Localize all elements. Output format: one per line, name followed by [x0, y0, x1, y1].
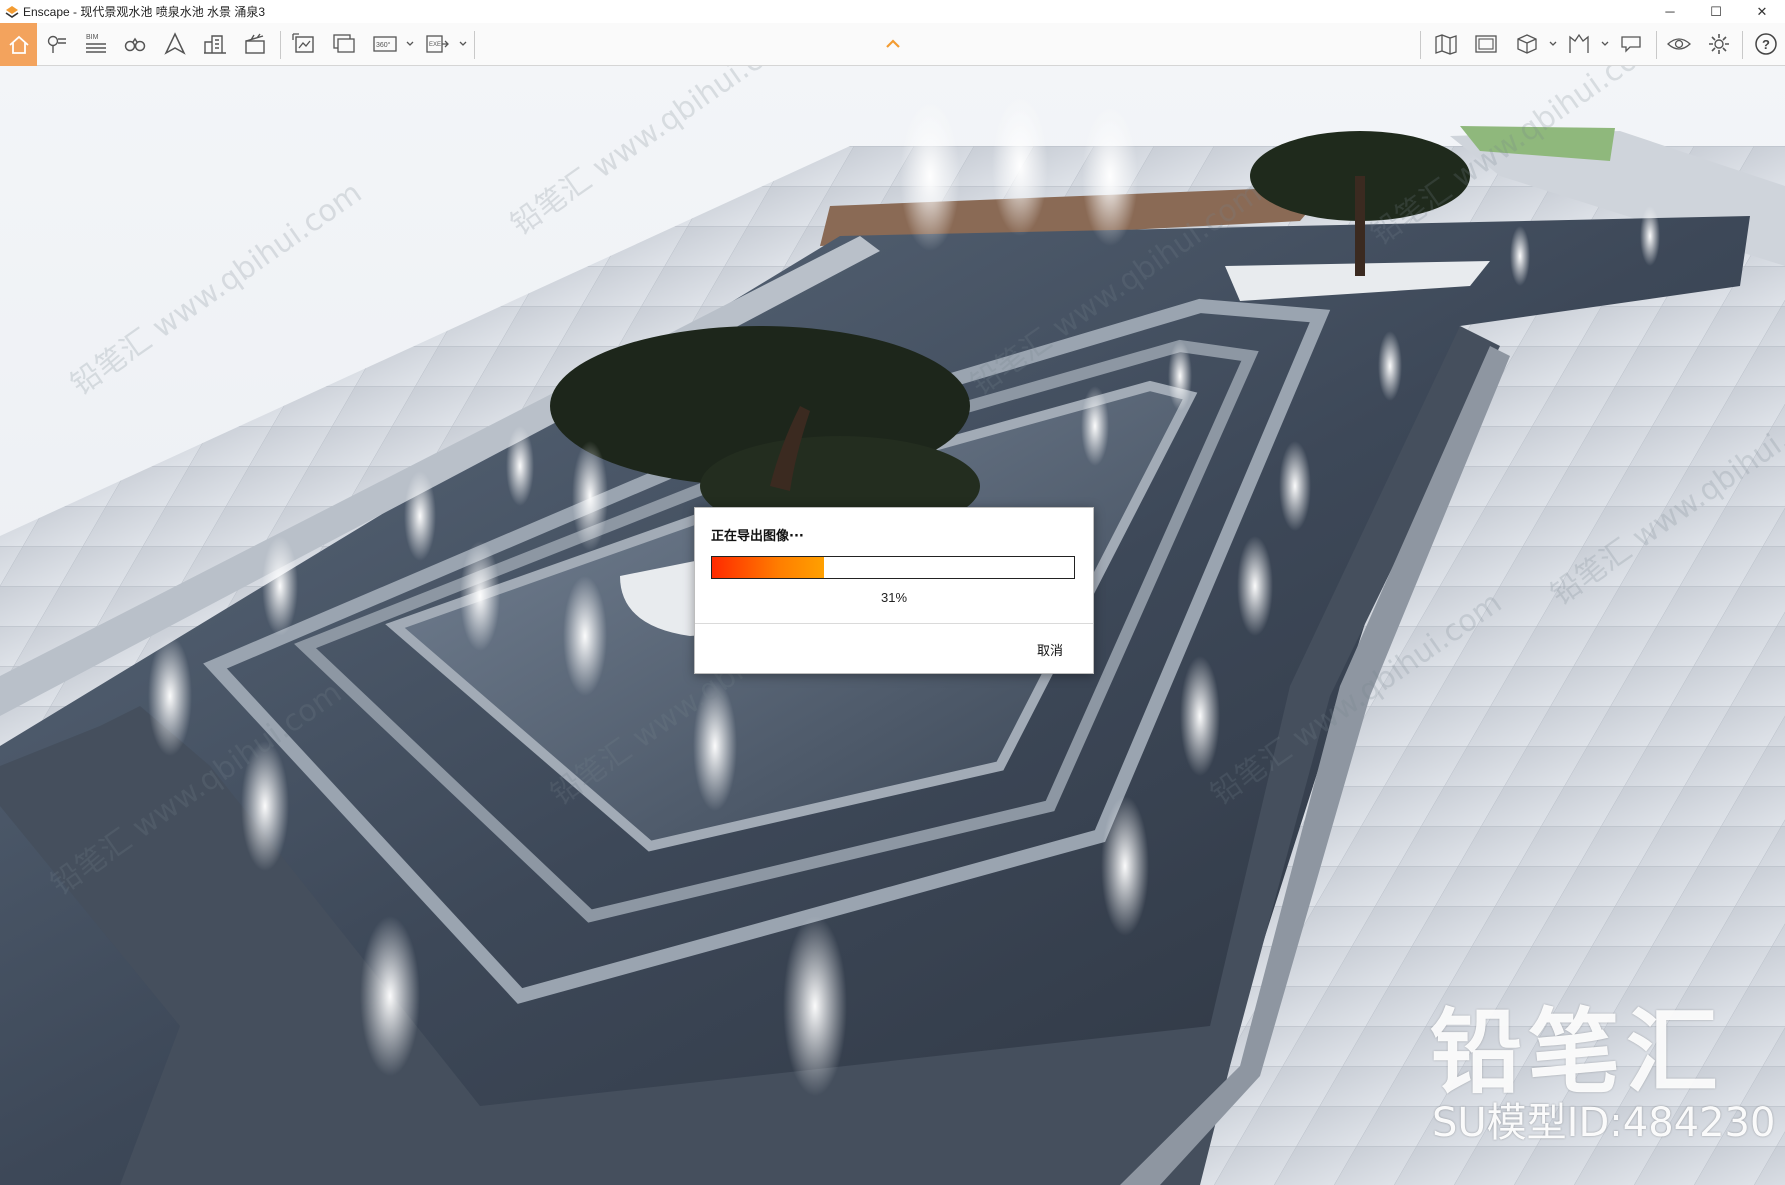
- chat-icon: [1621, 36, 1641, 53]
- eye-visual-settings-icon: [1667, 38, 1691, 50]
- enscape-logo-icon: [5, 5, 19, 18]
- map-icon: [1435, 34, 1457, 55]
- fountain-jet: [404, 471, 436, 561]
- fountain-jet: [1168, 341, 1192, 411]
- export-exe-button[interactable]: EXE: [420, 27, 454, 61]
- progress-bar-fill: [712, 557, 825, 578]
- gear-icon: [1709, 34, 1729, 54]
- fountain-jet: [900, 101, 960, 251]
- screenshot-icon: [292, 33, 314, 53]
- views-button[interactable]: [40, 27, 74, 61]
- settings-button[interactable]: [1702, 27, 1736, 61]
- toolbar-separator: [1742, 31, 1743, 59]
- video-editor-button[interactable]: [238, 27, 272, 61]
- panorama-360-icon: 360°: [373, 36, 397, 52]
- bim-button[interactable]: BIM: [79, 27, 113, 61]
- fountain-jet: [1640, 206, 1660, 266]
- walk-mode-button[interactable]: [118, 27, 152, 61]
- fountain-jet: [1101, 796, 1149, 936]
- buildings-button[interactable]: [198, 27, 232, 61]
- location-pin-icon: [47, 35, 66, 53]
- gallery-icon: [1475, 35, 1497, 53]
- export-progress-dialog: 正在导出图像··· 31% 取消: [694, 507, 1094, 674]
- fountain-jet: [992, 96, 1048, 236]
- export-progress-bar: [711, 556, 1075, 579]
- close-button[interactable]: ✕: [1739, 0, 1785, 23]
- dialog-divider: [695, 623, 1093, 624]
- map-button[interactable]: [1429, 27, 1463, 61]
- fountain-jet: [1378, 331, 1402, 401]
- buildings-icon: [204, 35, 226, 54]
- fountain-jet: [1237, 536, 1273, 636]
- asset-library-button[interactable]: [1562, 27, 1596, 61]
- fountain-jet: [506, 426, 534, 506]
- fountain-jet: [360, 916, 420, 1076]
- fountain-jet: [783, 916, 847, 1096]
- maximize-button[interactable]: ☐: [1693, 0, 1739, 23]
- fountain-jet: [148, 636, 192, 756]
- toolbar-separator: [1656, 31, 1657, 59]
- chevron-down-icon[interactable]: [405, 39, 415, 49]
- home-icon: [8, 35, 29, 54]
- fountain-jet: [1180, 656, 1220, 776]
- exe-label: EXE: [429, 42, 441, 48]
- title-bar: Enscape - 现代景观水池 喷泉水池 水景 涌泉3 ─ ☐ ✕: [0, 0, 1785, 23]
- chevron-down-icon[interactable]: [1548, 39, 1558, 49]
- toolbar-separator: [280, 31, 281, 59]
- home-button[interactable]: [0, 23, 37, 66]
- gallery-button[interactable]: [1469, 27, 1503, 61]
- fountain-jet: [262, 536, 298, 636]
- toolbar-separator: [1420, 31, 1421, 59]
- cube-view-button[interactable]: [1510, 27, 1544, 61]
- batch-render-icon: [333, 34, 355, 53]
- bim-label: BIM: [86, 34, 99, 41]
- help-button[interactable]: ?: [1749, 27, 1783, 61]
- minimize-button[interactable]: ─: [1647, 0, 1693, 23]
- help-label: ?: [1762, 37, 1770, 52]
- progress-percentage: 31%: [880, 590, 908, 605]
- navigation-icon: [164, 32, 186, 55]
- fountain-jet: [1279, 441, 1311, 531]
- enscape-toolbar: BIM 360° EXE ?: [0, 23, 1785, 66]
- window-controls: ─ ☐ ✕: [1647, 0, 1785, 23]
- navigation-button[interactable]: [158, 27, 192, 61]
- screenshot-button[interactable]: [287, 27, 321, 61]
- fountain-jet: [1081, 386, 1109, 466]
- fountain-jet: [563, 576, 607, 696]
- cancel-button[interactable]: 取消: [1037, 640, 1063, 659]
- panorama-button[interactable]: 360°: [368, 27, 402, 61]
- panorama-label: 360°: [376, 41, 391, 49]
- collapse-toolbar-chevron-icon[interactable]: [884, 37, 902, 51]
- pine-tree-trunk-right: [1355, 176, 1365, 276]
- watermark-model-id: SU模型ID:484230: [1432, 1100, 1776, 1146]
- asset-library-icon: [1569, 33, 1589, 53]
- batch-render-button[interactable]: [327, 27, 361, 61]
- binoculars-icon: [124, 37, 146, 52]
- fountain-jet: [1510, 226, 1530, 286]
- fountain-jet: [572, 441, 608, 551]
- help-icon: ?: [1755, 33, 1777, 55]
- visual-settings-button[interactable]: [1662, 27, 1696, 61]
- export-exe-icon: EXE: [426, 35, 449, 53]
- clapperboard-icon: [245, 33, 265, 54]
- fountain-jet: [460, 541, 500, 651]
- toolbar-separator: [474, 31, 475, 59]
- chevron-down-icon[interactable]: [458, 39, 468, 49]
- window-title: Enscape - 现代景观水池 喷泉水池 水景 涌泉3: [23, 5, 266, 19]
- chevron-down-icon[interactable]: [1600, 39, 1610, 49]
- cube-view-icon: [1517, 34, 1537, 54]
- chat-button[interactable]: [1614, 27, 1648, 61]
- fountain-jet: [1082, 106, 1138, 246]
- dialog-title: 正在导出图像···: [711, 529, 804, 544]
- bim-icon: BIM: [86, 34, 106, 53]
